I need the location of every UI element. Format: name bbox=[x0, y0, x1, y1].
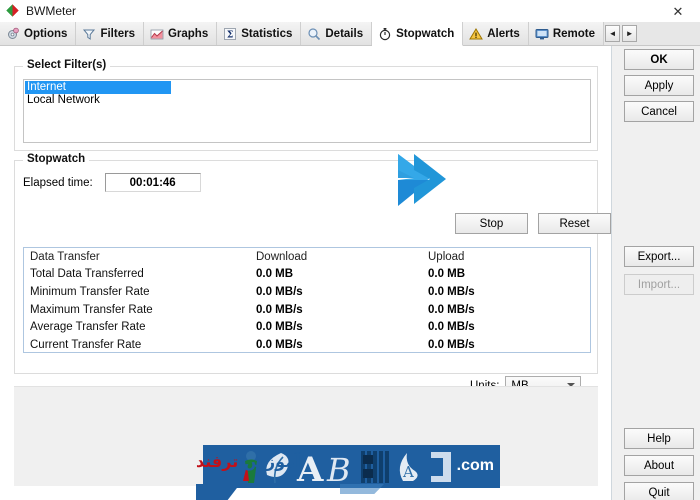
cell-download: 0.0 MB/s bbox=[256, 304, 428, 316]
tab-label: Details bbox=[325, 28, 363, 40]
cell-download: 0.0 MB/s bbox=[256, 339, 428, 351]
table-row: Current Transfer Rate 0.0 MB/s 0.0 MB/s bbox=[24, 336, 590, 353]
tab-label: Statistics bbox=[241, 28, 292, 40]
tab-label: Remote bbox=[553, 28, 595, 40]
tab-bar: Options Filters Graphs bbox=[0, 22, 700, 46]
watermark-persian-text: آموزش ترفند bbox=[196, 452, 301, 471]
tab-scroll-next-button[interactable]: ► bbox=[622, 25, 637, 42]
list-item[interactable]: Internet bbox=[25, 81, 171, 94]
table-row: Minimum Transfer Rate 0.0 MB/s 0.0 MB/s bbox=[24, 283, 590, 301]
cell-download: 0.0 MB/s bbox=[256, 286, 428, 298]
tab-details[interactable]: Details bbox=[301, 22, 372, 45]
tab-label: Options bbox=[24, 28, 67, 40]
cell-metric: Maximum Transfer Rate bbox=[24, 304, 256, 316]
tab-label: Graphs bbox=[168, 28, 208, 40]
watermark-persian-red: ترفند bbox=[196, 452, 238, 471]
import-button: Import... bbox=[624, 274, 694, 295]
list-item[interactable]: Local Network bbox=[25, 94, 589, 107]
table-row: Average Transfer Rate 0.0 MB/s 0.0 MB/s bbox=[24, 318, 590, 336]
bwmeter-window: BWMeter ✕ Options Filters bbox=[0, 0, 700, 500]
cell-metric: Current Transfer Rate bbox=[24, 339, 256, 351]
tab-stopwatch[interactable]: Stopwatch bbox=[372, 22, 463, 46]
stopwatch-group: Stopwatch Elapsed time: 00:01:46 Stop Re… bbox=[14, 160, 598, 374]
apply-button[interactable]: Apply bbox=[624, 75, 694, 96]
window-title: BWMeter bbox=[26, 4, 76, 18]
table-row: Total Data Transferred 0.0 MB 0.0 MB bbox=[24, 266, 590, 284]
elapsed-time-row: Elapsed time: 00:01:46 bbox=[23, 173, 201, 192]
table-header-row: Data Transfer Download Upload bbox=[24, 248, 590, 266]
cell-upload: 0.0 MB/s bbox=[428, 304, 578, 316]
stopwatch-page: Select Filter(s) Internet Local Network … bbox=[0, 46, 612, 500]
tab-remote[interactable]: Remote bbox=[529, 22, 604, 45]
cell-upload: 0.0 MB bbox=[428, 268, 578, 280]
stopwatch-icon bbox=[378, 27, 392, 41]
table-row: Maximum Transfer Rate 0.0 MB/s 0.0 MB/s bbox=[24, 301, 590, 319]
select-filters-group: Select Filter(s) Internet Local Network bbox=[14, 66, 598, 151]
svg-text:Σ: Σ bbox=[227, 30, 233, 40]
cancel-button[interactable]: Cancel bbox=[624, 101, 694, 122]
warning-triangle-icon bbox=[469, 27, 483, 41]
funnel-filter-icon bbox=[82, 27, 96, 41]
tab-graphs[interactable]: Graphs bbox=[144, 22, 217, 45]
elapsed-time-value: 00:01:46 bbox=[105, 173, 201, 192]
stopwatch-title: Stopwatch bbox=[23, 153, 89, 165]
monitor-remote-icon bbox=[535, 27, 549, 41]
select-filters-title: Select Filter(s) bbox=[23, 59, 110, 71]
side-button-column: OK Apply Cancel Export... Import... Help… bbox=[613, 46, 700, 500]
column-header-metric: Data Transfer bbox=[24, 251, 256, 263]
quit-button[interactable]: Quit bbox=[624, 482, 694, 500]
column-header-download: Download bbox=[256, 251, 428, 263]
watermark-dotcom: .com bbox=[457, 457, 494, 475]
options-gear-icon bbox=[6, 27, 20, 41]
diamond-logo-icon bbox=[6, 4, 20, 18]
transfer-stats-table: Data Transfer Download Upload Total Data… bbox=[23, 247, 591, 353]
tab-label: Alerts bbox=[487, 28, 520, 40]
tab-filters[interactable]: Filters bbox=[76, 22, 144, 45]
tab-scroll-buttons: ◄ ► bbox=[604, 22, 638, 45]
tab-label: Stopwatch bbox=[396, 28, 454, 40]
export-button[interactable]: Export... bbox=[624, 246, 694, 267]
title-bar: BWMeter ✕ bbox=[0, 0, 700, 22]
reset-button[interactable]: Reset bbox=[538, 213, 611, 234]
cell-metric: Minimum Transfer Rate bbox=[24, 286, 256, 298]
cell-upload: 0.0 MB/s bbox=[428, 286, 578, 298]
tab-options[interactable]: Options bbox=[0, 22, 76, 45]
help-button[interactable]: Help bbox=[624, 428, 694, 449]
tab-statistics[interactable]: Σ Statistics bbox=[217, 22, 301, 45]
about-button[interactable]: About bbox=[624, 455, 694, 476]
tab-label: Filters bbox=[100, 28, 135, 40]
ok-button[interactable]: OK bbox=[624, 49, 694, 70]
stop-button[interactable]: Stop bbox=[455, 213, 528, 234]
cell-metric: Total Data Transferred bbox=[24, 268, 256, 280]
close-icon[interactable]: ✕ bbox=[656, 0, 700, 22]
cell-upload: 0.0 MB/s bbox=[428, 339, 578, 351]
cell-upload: 0.0 MB/s bbox=[428, 321, 578, 333]
cell-download: 0.0 MB/s bbox=[256, 321, 428, 333]
svg-text:A: A bbox=[402, 463, 414, 481]
watermark-persian-blue: آموزش bbox=[244, 452, 301, 471]
elapsed-time-label: Elapsed time: bbox=[23, 177, 93, 189]
tab-alerts[interactable]: Alerts bbox=[463, 22, 529, 45]
tab-scroll-prev-button[interactable]: ◄ bbox=[605, 25, 620, 42]
column-header-upload: Upload bbox=[428, 251, 578, 263]
cell-download: 0.0 MB bbox=[256, 268, 428, 280]
cell-metric: Average Transfer Rate bbox=[24, 321, 256, 333]
filter-listbox[interactable]: Internet Local Network bbox=[23, 79, 591, 143]
chart-graph-icon bbox=[150, 27, 164, 41]
sigma-statistics-icon: Σ bbox=[223, 27, 237, 41]
svg-text:B: B bbox=[326, 451, 351, 487]
magnifier-details-icon bbox=[307, 27, 321, 41]
